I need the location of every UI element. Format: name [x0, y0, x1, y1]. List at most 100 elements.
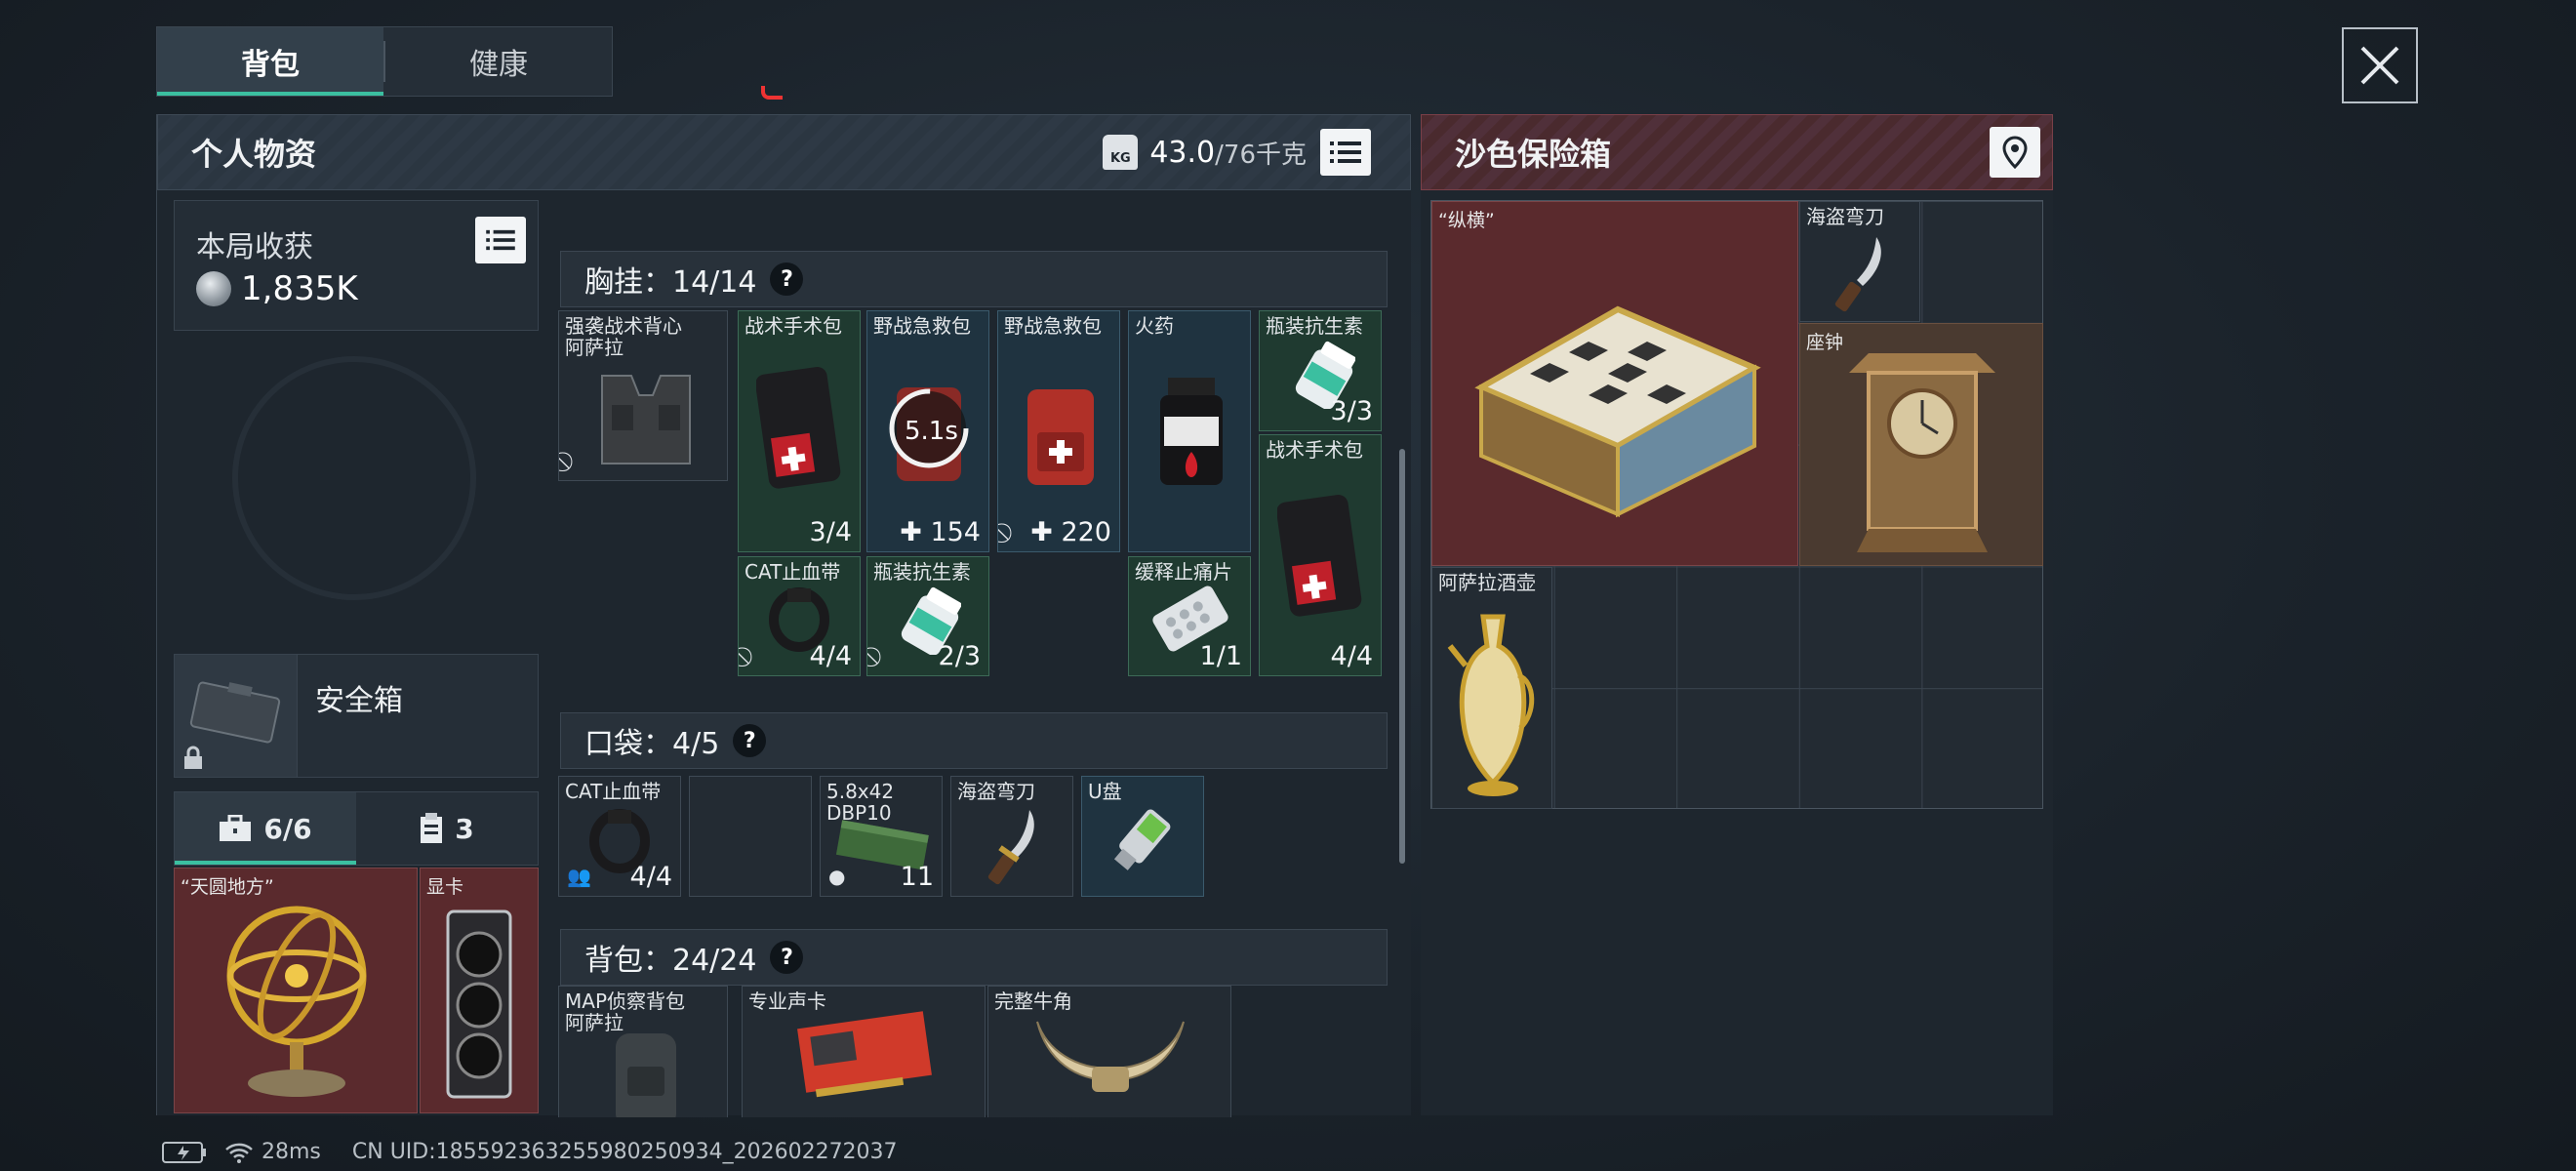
item-name: CAT止血带	[745, 560, 841, 584]
weight-max: /76千克	[1215, 140, 1307, 170]
item-name: “天圆地方”	[181, 876, 274, 898]
pocket-cat-tourniquet[interactable]: CAT止血带 👥 4/4	[558, 776, 681, 897]
machete-icon	[1834, 237, 1881, 312]
subtab-other-label: 3	[455, 812, 474, 845]
clipboard-icon	[421, 813, 443, 843]
tab-health[interactable]: 健康	[385, 27, 612, 96]
item-name: 座钟	[1806, 332, 1844, 353]
item-antibiotics-2[interactable]: 瓶装抗生素 ⃠ 2/3	[866, 556, 989, 676]
lock-icon	[184, 746, 202, 769]
item-surgical-kit[interactable]: 战术手术包 3/4	[738, 310, 861, 552]
machete-icon	[987, 810, 1034, 885]
clock-icon	[1849, 353, 1995, 552]
safe-items-grid: “天圆地方” 显卡	[174, 868, 539, 1113]
harvest-card: 本局收获 1,835K	[174, 200, 539, 331]
location-pin-icon	[2002, 136, 2028, 169]
item-tactical-vest[interactable]: 强袭战术背心 阿萨拉 ⃠	[558, 310, 728, 481]
item-armillary-sphere[interactable]: “天圆地方”	[174, 868, 418, 1113]
personal-title: 个人物资	[191, 136, 317, 173]
inventory-sidebar: 本局收获 1,835K 安全箱 6/6 3 “天圆地方” 显卡	[174, 200, 539, 1113]
chest-rig-title: 胸挂：14/14	[584, 265, 757, 300]
vest-icon	[601, 375, 691, 464]
item-count: 11	[900, 862, 934, 892]
backpack-horn[interactable]: 完整牛角	[987, 986, 1231, 1117]
item-wine-jug[interactable]: 阿萨拉酒壶	[1431, 567, 1552, 809]
item-count: 4/4	[809, 641, 852, 671]
help-icon[interactable]: ?	[733, 724, 767, 757]
pocket-empty-slot[interactable]	[689, 776, 812, 897]
item-painkillers[interactable]: 缓释止痛片 1/1	[1128, 556, 1251, 676]
item-count: 3/4	[809, 517, 852, 547]
sort-list-button[interactable]	[1320, 129, 1371, 176]
item-name: 5.8x42 DBP10	[826, 780, 895, 825]
weight-display: KG 43.0 /76千克	[1103, 135, 1307, 171]
list-icon	[1330, 141, 1361, 163]
safe-box-slot[interactable]: 安全箱	[174, 654, 539, 778]
item-name: 显卡	[426, 876, 464, 898]
item-name: 瓶装抗生素	[873, 560, 971, 584]
pocket-ammo[interactable]: 5.8x42 DBP10 ● 11	[820, 776, 943, 897]
safe-box-image	[175, 655, 298, 777]
tab-backpack[interactable]: 背包	[157, 27, 383, 96]
first-aid-kit-icon	[1027, 389, 1094, 485]
item-first-aid-kit-1[interactable]: 野战急救包 5.1s ✚ 154	[866, 310, 989, 552]
item-name: 野战急救包	[1004, 314, 1102, 338]
harvest-value-row: 1,835K	[196, 269, 358, 308]
item-pirate-machete-container[interactable]: 海盗弯刀	[1799, 201, 1920, 322]
item-count: 1/1	[1199, 641, 1242, 671]
armillary-sphere-icon	[226, 906, 367, 1097]
item-count: 4/4	[1330, 641, 1373, 671]
backpack-header: 背包：24/24 ?	[560, 929, 1388, 986]
chest-rig-header: 胸挂：14/14 ?	[560, 251, 1388, 307]
jug-icon	[1447, 614, 1535, 796]
inventory-scrollbar[interactable]	[1399, 449, 1405, 864]
item-cat-tourniquet[interactable]: CAT止血带 ⃠ 4/4	[738, 556, 861, 676]
faction-emblem-icon	[232, 356, 476, 600]
item-durability: 154	[930, 517, 981, 547]
container-panel: 沙色保险箱 “纵横” 海盗弯刀 座钟 阿萨拉酒壶	[1421, 114, 2053, 1115]
item-antibiotics-1[interactable]: 瓶装抗生素 3/3	[1259, 310, 1382, 431]
harvest-value: 1,835K	[241, 269, 358, 308]
help-icon[interactable]: ?	[770, 262, 804, 296]
surgical-kit-icon	[1277, 495, 1362, 617]
pocket-usb-drive[interactable]: U盘	[1081, 776, 1204, 897]
ping-value: 28ms	[262, 1140, 321, 1164]
pocket-pirate-machete[interactable]: 海盗弯刀	[950, 776, 1073, 897]
main-tabs: 背包 健康	[156, 26, 613, 97]
item-chess-set[interactable]: “纵横”	[1431, 201, 1798, 566]
item-first-aid-kit-2[interactable]: 野战急救包 ⃠ ✚ 220	[997, 310, 1120, 552]
item-name: 阿萨拉酒壶	[1438, 571, 1536, 594]
item-count: ✚ 220	[1030, 517, 1111, 547]
item-name: 海盗弯刀	[957, 780, 1035, 803]
gunpowder-can-icon	[1160, 378, 1223, 485]
item-graphics-card[interactable]: 显卡	[420, 868, 539, 1113]
subtab-items[interactable]: 6/6	[175, 792, 356, 865]
backpack-sound-card[interactable]: 专业声卡	[742, 986, 986, 1117]
item-gunpowder[interactable]: 火药	[1128, 310, 1251, 552]
container-grid: “纵横” 海盗弯刀 座钟 阿萨拉酒壶	[1430, 200, 2043, 809]
location-pin-button[interactable]	[1990, 127, 2040, 178]
red-marker-icon	[761, 86, 783, 100]
help-icon[interactable]: ?	[770, 941, 804, 974]
weight-value: 43.0	[1149, 135, 1216, 170]
surgical-kit-icon	[756, 367, 841, 489]
backpack-map-recon-pack[interactable]: MAP侦察背包 阿萨拉	[558, 986, 728, 1117]
item-name: 战术手术包	[1266, 438, 1363, 462]
item-durability: 220	[1061, 517, 1111, 547]
item-name: 野战急救包	[873, 314, 971, 338]
item-count: 2/3	[938, 641, 981, 671]
harvest-list-button[interactable]	[475, 217, 526, 263]
usb-drive-icon	[1113, 809, 1171, 870]
close-icon	[2360, 46, 2399, 85]
close-button[interactable]	[2342, 27, 2418, 103]
subtab-other[interactable]: 3	[356, 792, 538, 865]
item-surgical-kit-2[interactable]: 战术手术包 4/4	[1259, 434, 1382, 676]
status-bar: 28ms CN UID:18559236325598025093​4_20260…	[162, 1140, 898, 1164]
item-mantel-clock[interactable]: 座钟	[1799, 323, 2043, 566]
safe-subtabs: 6/6 3	[174, 791, 539, 866]
item-name: 战术手术包	[745, 314, 842, 338]
item-name: CAT止血带	[565, 780, 662, 803]
subtab-items-label: 6/6	[263, 812, 312, 845]
item-name: U盘	[1088, 780, 1122, 803]
backpack-title: 背包：24/24	[584, 944, 757, 978]
